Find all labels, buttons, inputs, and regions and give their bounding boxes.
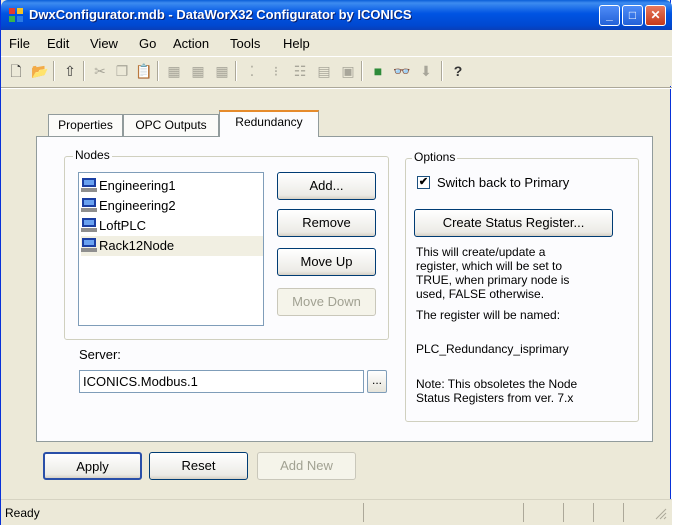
status-panel [623,503,653,522]
open-folder-icon[interactable]: 📂 [29,60,51,82]
menu-help[interactable]: Help [283,36,310,51]
note-line: Status Registers from ver. 7.x [416,391,574,405]
server-label: Server: [79,347,121,362]
list-item[interactable]: Engineering1 [81,176,263,196]
list-view-icon[interactable]: ⁝ [265,60,287,82]
status-text: Ready [5,506,40,520]
traffic-light-icon[interactable]: ■ [367,60,389,82]
status-bar: Ready [1,499,672,525]
properties-view-icon[interactable]: ▣ [337,60,359,82]
main-window: DwxConfigurator.mdb - DataWorX32 Configu… [0,0,672,525]
cut-icon[interactable]: ✂ [89,60,111,82]
switch-back-checkbox[interactable]: ✔ [417,176,430,189]
status-panel [363,503,523,522]
toolbar-separator [157,61,159,81]
list-item[interactable]: Engineering2 [81,196,263,216]
list-item-selected[interactable]: Rack12Node [81,236,263,256]
add-tag-icon[interactable]: ▦ [211,60,233,82]
toolbar-separator [53,61,55,81]
tab-opc-outputs[interactable]: OPC Outputs [123,114,219,136]
nodes-group-label: Nodes [73,148,112,162]
tab-properties[interactable]: Properties [48,114,123,136]
computer-icon [81,238,97,252]
register-name: PLC_Redundancy_isprimary [416,342,569,356]
create-status-register-button[interactable]: Create Status Register... [414,209,613,237]
up-folder-icon[interactable]: ⇧ [59,60,81,82]
menu-bar: File Edit View Go Action Tools Help [1,30,672,56]
computer-icon [81,198,97,212]
window-title: DwxConfigurator.mdb - DataWorX32 Configu… [29,7,412,22]
node-label: Rack12Node [99,238,175,253]
menu-file[interactable]: File [9,36,30,51]
list-item[interactable]: LoftPLC [81,216,263,236]
node-label: Engineering1 [99,178,176,193]
toolbar: 🗋 📂 ⇧ ✂ ❐ 📋 ▦ ▦ ▦ ⁚ ⁝ ☷ ▤ ▣ ■ 👓 ⬇ ? [1,56,672,86]
move-down-button[interactable]: Move Down [277,288,376,316]
binoculars-icon[interactable]: 👓 [391,60,413,82]
add-group-icon[interactable]: ▦ [187,60,209,82]
toolbar-separator [83,61,85,81]
app-icon [9,8,23,22]
copy-icon[interactable]: ❐ [111,60,133,82]
status-panel [523,503,563,522]
menu-action[interactable]: Action [173,36,209,51]
status-panel [563,503,593,522]
browse-server-button[interactable]: ... [367,370,387,393]
menu-edit[interactable]: Edit [47,36,69,51]
add-button[interactable]: Add... [277,172,376,200]
options-group-label: Options [412,150,458,164]
description-line: This will create/update a [416,245,546,259]
grid-view-icon[interactable]: ▤ [313,60,335,82]
apply-button[interactable]: Apply [43,452,142,480]
node-label: LoftPLC [99,218,146,233]
resize-grip-icon[interactable] [653,506,667,520]
menu-tools[interactable]: Tools [230,36,260,51]
toolbar-separator [361,61,363,81]
minimize-button[interactable]: _ [599,5,620,26]
details-view-icon[interactable]: ☷ [289,60,311,82]
close-button[interactable]: ✕ [645,5,666,26]
node-label: Engineering2 [99,198,176,213]
new-document-icon[interactable]: 🗋 [5,60,27,82]
maximize-button[interactable]: □ [622,5,643,26]
download-icon[interactable]: ⬇ [415,60,437,82]
reset-button[interactable]: Reset [149,452,248,480]
description-line: used, FALSE otherwise. [416,287,545,301]
small-icons-view-icon[interactable]: ⁚ [241,60,263,82]
description-line: register, which will be set to [416,259,563,273]
toolbar-separator [235,61,237,81]
toolbar-divider [1,87,672,89]
tab-redundancy[interactable]: Redundancy [219,110,319,137]
remove-button[interactable]: Remove [277,209,376,237]
switch-back-label[interactable]: Switch back to Primary [437,176,569,190]
note-line: Note: This obsoletes the Node [416,377,578,391]
title-bar[interactable]: DwxConfigurator.mdb - DataWorX32 Configu… [1,0,672,30]
toolbar-separator [441,61,443,81]
paste-icon[interactable]: 📋 [133,60,155,82]
description-line: TRUE, when primary node is [416,273,570,287]
register-named-label: The register will be named: [416,308,561,322]
help-icon[interactable]: ? [447,60,469,82]
computer-icon [81,218,97,232]
move-up-button[interactable]: Move Up [277,248,376,276]
menu-view[interactable]: View [90,36,118,51]
nodes-list[interactable]: Engineering1 Engineering2 LoftPLC Rack12… [78,172,264,326]
add-new-button[interactable]: Add New [257,452,356,480]
server-input[interactable]: ICONICS.Modbus.1 [79,370,364,393]
add-item-icon[interactable]: ▦ [163,60,185,82]
status-panel [593,503,623,522]
menu-go[interactable]: Go [139,36,156,51]
computer-icon [81,178,97,192]
